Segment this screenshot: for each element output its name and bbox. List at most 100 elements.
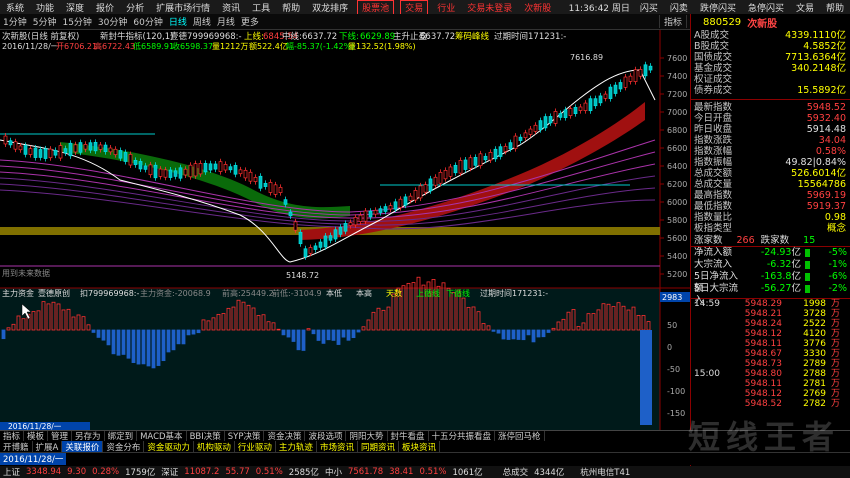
tick-row: 5948.21 3728 万 [691, 309, 850, 319]
feature-tab-6[interactable]: 行业驱动 [235, 441, 276, 452]
candle-body [263, 182, 268, 187]
down-label: 跌家数 [760, 235, 790, 246]
period-6[interactable]: 周线 [190, 15, 214, 28]
tick-list[interactable]: 14:59 5948.29 1998 万 5948.21 3728 万 5948.24 2522… [691, 299, 850, 409]
sub-bar [291, 329, 296, 342]
menu-account-1[interactable]: 次新股 [518, 1, 557, 14]
menu-industry[interactable]: 行业 [431, 1, 461, 14]
menu-item-6[interactable]: 资讯 [216, 1, 246, 14]
menu-item-0[interactable]: 系统 [0, 1, 30, 14]
indicator-tab-9[interactable]: 波段选项 [305, 431, 347, 441]
amount-text: 额522.4亿 [249, 41, 288, 51]
sub-bar [336, 329, 341, 345]
indicator-tab-12[interactable]: 十五分共振看盘 [429, 431, 496, 441]
stat-value: 15.5892亿 [797, 85, 846, 96]
indicator-tab-10[interactable]: 阴阳大势 [346, 431, 388, 441]
candle-body [113, 148, 118, 155]
sh-amount: 1759亿 [125, 468, 156, 478]
candle-body [83, 144, 88, 150]
period-2[interactable]: 15分钟 [59, 15, 94, 28]
menu-item-2[interactable]: 深度 [60, 1, 90, 14]
right-tool-4[interactable]: 文易 [790, 1, 820, 14]
period-0[interactable]: 1分钟 [0, 15, 30, 28]
sub-bar [341, 329, 346, 338]
right-tool-5[interactable]: 帮助 [820, 1, 850, 14]
candle-body [423, 184, 428, 193]
chart-tool-0[interactable]: 指标 [659, 15, 686, 28]
sub-tick-label: -100 [667, 387, 685, 396]
y-tick-label: 5200 [667, 270, 687, 279]
date-tab[interactable]: 2016/11/28/一 [0, 453, 67, 465]
menu-item-7[interactable]: 工具 [246, 1, 276, 14]
indicator-tab-13[interactable]: 涨停回马枪 [495, 431, 545, 441]
feature-tab-9[interactable]: 同期资讯 [358, 441, 399, 452]
right-tool-3[interactable]: 急停闪买 [742, 1, 790, 14]
indicator-tab-7[interactable]: SYP决策 [225, 431, 265, 441]
sub-bar [111, 329, 116, 355]
right-tool-0[interactable]: 闪买 [634, 1, 664, 14]
sub-bar [326, 329, 331, 341]
menu-item-3[interactable]: 报价 [90, 1, 120, 14]
feature-tab-2[interactable]: 关联报价 [62, 441, 104, 452]
sub-tick-label: 50 [667, 321, 677, 330]
indicator-tab-5[interactable]: MACD基本 [137, 431, 187, 441]
feature-tab-7[interactable]: 主力轨迹 [276, 441, 317, 452]
indicator-tab-8[interactable]: 资金决策 [264, 431, 306, 441]
feature-tab-1[interactable]: 扩展A [33, 441, 63, 452]
indicator-tab-1[interactable]: 模板 [24, 431, 49, 441]
sub-bar [346, 329, 351, 341]
indicator-tab-0[interactable]: 指标 [0, 431, 25, 441]
menu-item-1[interactable]: 功能 [30, 1, 60, 14]
stat-value: 340.2148亿 [791, 63, 846, 74]
zx-label[interactable]: 中小 [322, 466, 345, 478]
period-5[interactable]: 日线 [166, 15, 190, 28]
candle-body [503, 145, 508, 152]
feature-tab-4[interactable]: 资金驱动力 [144, 441, 194, 452]
sub-expire: 过期时间171231:- [480, 288, 548, 298]
right-tool-2[interactable]: 跌停闪买 [694, 1, 742, 14]
indicator-name: 新封牛指标(120,1) [100, 31, 173, 42]
feature-tab-5[interactable]: 机构驱动 [194, 441, 235, 452]
menu-item-5[interactable]: 扩展市场行情 [150, 1, 216, 14]
candle-body [568, 108, 573, 116]
period-3[interactable]: 30分钟 [95, 15, 130, 28]
sz-label[interactable]: 深证 [158, 466, 181, 478]
tick-time [694, 389, 728, 399]
candle-body [603, 93, 608, 99]
menu-item-4[interactable]: 分析 [120, 1, 150, 14]
feature-tab-3[interactable]: 资金分布 [103, 441, 145, 452]
indicator-tab-3[interactable]: 另存为 [72, 431, 105, 441]
indicator-tab-2[interactable]: 管理 [48, 431, 73, 441]
menu-boxed-0[interactable]: 股票池 [357, 0, 395, 14]
candle-body [88, 142, 93, 151]
candle-body [288, 211, 293, 217]
feature-tab-10[interactable]: 板块资讯 [399, 441, 440, 452]
candle-body [433, 176, 438, 186]
server-name[interactable]: 杭州电信T41 [577, 466, 633, 478]
tick-price: 5948.29 [744, 299, 782, 309]
tick-row: 15:00 5948.80 2788 万 [691, 369, 850, 379]
y-tick-label: 6400 [667, 162, 687, 171]
indicator-tab-4[interactable]: 绑定到 [105, 431, 138, 441]
menu-account-0[interactable]: 交易未登录 [461, 1, 518, 14]
sub-num: 2983 [662, 293, 682, 302]
flow-unit: 亿 [791, 283, 801, 294]
menu-item-9[interactable]: 双龙排序 [306, 1, 354, 14]
indicator-tab-11[interactable]: 封牛看盘 [388, 431, 429, 441]
right-tool-1[interactable]: 闪卖 [664, 1, 694, 14]
flow-bar [804, 273, 811, 281]
indicator-tab-6[interactable]: BBI决策 [187, 431, 225, 441]
feature-tab-8[interactable]: 市场资讯 [317, 441, 358, 452]
menu-item-8[interactable]: 帮助 [276, 1, 306, 14]
period-7[interactable]: 月线 [214, 15, 238, 28]
sh-label[interactable]: 上证 [0, 466, 23, 478]
period-1[interactable]: 5分钟 [30, 15, 60, 28]
period-8[interactable]: 更多 [238, 15, 262, 28]
menu-boxed-1[interactable]: 交易 [400, 0, 429, 14]
sub-bar [276, 328, 281, 331]
y-tick-label: 6200 [667, 180, 687, 189]
stat-value: 7713.6364亿 [785, 52, 846, 63]
feature-tab-0[interactable]: 开博籍 [0, 441, 33, 452]
kline-chart[interactable]: 7600 7400 7200 7000 6800 6600 6400 6200 6000 5800… [0, 30, 690, 430]
period-4[interactable]: 60分钟 [130, 15, 165, 28]
